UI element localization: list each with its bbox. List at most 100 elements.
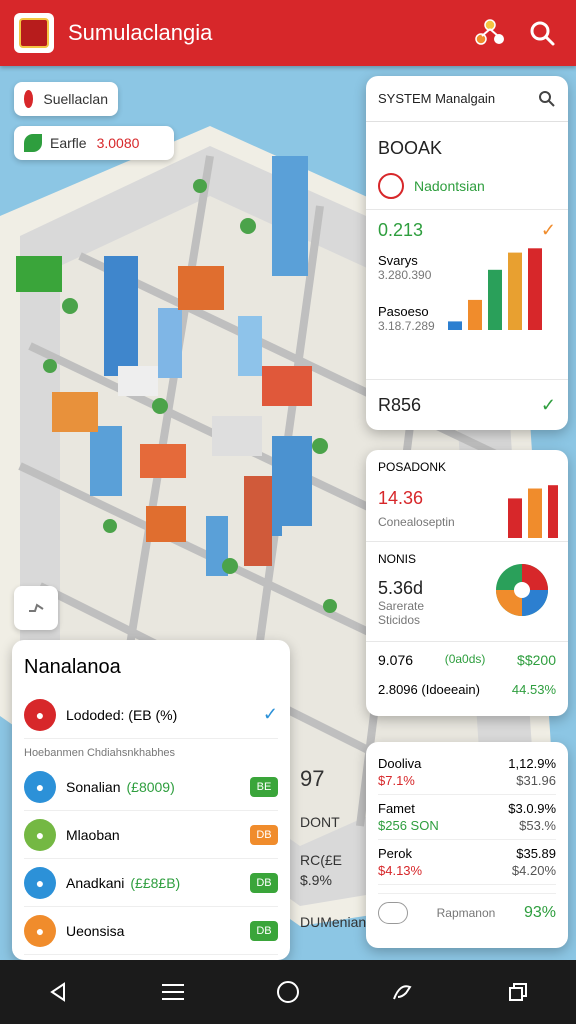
footer-value: 93%	[523, 904, 556, 921]
finance-row-sub: $256 SON	[378, 818, 439, 833]
sync-icon	[29, 603, 44, 612]
mid-overlay: 97 DONT RC(£E $.9% DUMenian	[300, 756, 367, 936]
bar-3	[528, 488, 542, 538]
panel-subtitle: Nadontsian	[414, 178, 485, 194]
search-icon[interactable]	[522, 13, 562, 53]
mid-overlay-label2: RC(£E	[300, 852, 343, 868]
system-nav-bar	[0, 960, 576, 1024]
bar-4	[528, 248, 542, 330]
row2-right: 44.53%	[511, 682, 556, 697]
pill-value-label: Earfle	[50, 135, 87, 151]
finance-row-label: Perok	[378, 846, 412, 861]
category-extra: (£8009)	[126, 778, 175, 795]
check-icon: ✓	[540, 220, 556, 240]
leaf-icon	[24, 134, 42, 152]
category-icon: ●	[24, 818, 56, 851]
category-row[interactable]: ● Anadkani (££8£B) DB	[24, 859, 278, 907]
bar-0	[448, 321, 462, 330]
finance-row-sub: $4.13%	[378, 863, 423, 878]
category-badge: DB	[250, 920, 278, 941]
value1: 0.213	[378, 220, 424, 240]
finance-row-label: Famet	[378, 801, 415, 816]
row1-left: 9.076	[378, 652, 414, 668]
finance-row: Famet $3.0.9% $256 SON $53.%	[378, 795, 556, 840]
category-title: Nanalanoa	[24, 656, 121, 678]
finance-row-sub: $7.1%	[378, 773, 415, 788]
posadonk-section: POSADONK 14.36 Conealoseptin	[366, 450, 568, 542]
category-icon: ●	[24, 866, 56, 899]
search-input[interactable]: SYSTEM Manalgain	[378, 91, 538, 106]
finance-panel: Dooliva 1,12.9% $7.1% $31.96 Famet $3.0.…	[366, 742, 568, 948]
back-button[interactable]	[36, 970, 80, 1014]
nonis-section: NONIS 5.36d Sarerate Sticidos	[366, 542, 568, 642]
finance-row-value: $3.0.9%	[508, 801, 556, 816]
mid-overlay-label3: $.9%	[300, 872, 332, 888]
finance-row-sub-value: $53.%	[519, 818, 556, 833]
summary-panel: POSADONK 14.36 Conealoseptin NONIS 5.36d…	[366, 450, 568, 716]
category-section-label: Hoebanmen Chdiahsnkhabhes	[24, 747, 176, 759]
check-icon-2: ✓	[540, 394, 556, 415]
finance-row-sub-value: $31.96	[516, 773, 556, 788]
rapmanon-icon	[378, 902, 408, 924]
assist-button[interactable]	[381, 970, 425, 1014]
mid-overlay-label1: DONT	[300, 814, 340, 830]
footer-label: Rapmanon	[436, 906, 496, 920]
value2-section: R856 ✓	[366, 380, 568, 430]
app-header: Sumulaclangia	[0, 0, 576, 66]
rows-section: 9.076 (0a0ds) $$200 2.8096 (Idoeeain) 44…	[366, 642, 568, 716]
category-icon: ●	[24, 914, 56, 947]
heart-icon	[378, 173, 404, 199]
finance-rows: Dooliva 1,12.9% $7.1% $31.96 Famet $3.0.…	[378, 750, 556, 885]
category-label: Mlaoban	[66, 826, 120, 843]
pie-chart-icon	[496, 564, 548, 616]
map-pill-location[interactable]: Suellaclan	[14, 82, 118, 116]
finance-row: Dooliva 1,12.9% $7.1% $31.96	[378, 750, 556, 795]
location-icon	[24, 90, 34, 108]
category-panel: Nanalanoa ● Lododed: (EB (%) ✓ Hoebanmen…	[12, 640, 290, 960]
finance-row-label: Dooliva	[378, 756, 422, 771]
search-icon[interactable]	[538, 90, 556, 108]
finance-row-value: 1,12.9%	[508, 756, 556, 771]
stats-panel: SYSTEM Manalgain BOOAK Nadontsian 0.213 …	[366, 76, 568, 430]
menu-button[interactable]	[151, 970, 195, 1014]
metric-section: 0.213 ✓ Svarys 3.280.390 Pasoeso 3.18.7.…	[366, 210, 568, 380]
category-icon: ●	[24, 770, 56, 803]
app-title: Sumulaclangia	[68, 20, 213, 45]
category-row[interactable]: ● Sonalian (£8009) BE	[24, 763, 278, 811]
bar-3	[508, 252, 522, 330]
category-red-icon: ●	[24, 698, 56, 731]
row1-mid: (0a0ds)	[444, 652, 486, 666]
category-extra: (££8£B)	[130, 874, 181, 891]
home-button[interactable]	[266, 970, 310, 1014]
mid-overlay-label4: DUMenian	[300, 914, 367, 930]
finance-row-value: $35.89	[516, 846, 556, 861]
recents-button[interactable]	[496, 970, 540, 1014]
category-badge: BE	[250, 776, 278, 797]
category-label: Ueonsisa	[66, 922, 125, 939]
panel-title: BOOAK	[378, 138, 443, 158]
bar-chart-2	[508, 485, 558, 538]
row2-left: 2.8096 (Idoeeain)	[378, 682, 480, 697]
bar-chart-1	[448, 248, 542, 330]
pill-location-label: Suellaclan	[43, 91, 108, 107]
app-logo[interactable]	[14, 13, 54, 53]
bar-1	[468, 299, 482, 330]
finance-row: Perok $35.89 $4.13% $4.20%	[378, 840, 556, 885]
panel-title-section: BOOAK Nadontsian	[366, 122, 568, 210]
category-row[interactable]: ● Mlaoban DB	[24, 811, 278, 859]
system-search[interactable]: SYSTEM Manalgain	[366, 76, 568, 122]
bar-2	[508, 498, 522, 538]
category-row-header[interactable]: ● Lododed: (EB (%) ✓	[24, 691, 278, 739]
category-row-header-label: Lododed: (EB (%)	[66, 706, 178, 723]
category-label: Sonalian	[66, 778, 121, 795]
category-rows: ● Sonalian (£8009) BE ● Mlaoban DB ● Anadk…	[24, 763, 278, 955]
map-tool-button[interactable]	[14, 586, 58, 630]
finance-row-sub-value: $4.20%	[511, 863, 556, 878]
map-pill-value[interactable]: Earfle 3.0080	[14, 126, 174, 160]
network-icon[interactable]	[470, 13, 510, 53]
mid-overlay-value: 97	[300, 766, 325, 791]
row1-right: $$200	[517, 652, 556, 668]
pill-value-amount: 3.0080	[96, 135, 140, 151]
category-row[interactable]: ● Ueonsisa DB	[24, 907, 278, 955]
category-badge: DB	[250, 872, 278, 893]
